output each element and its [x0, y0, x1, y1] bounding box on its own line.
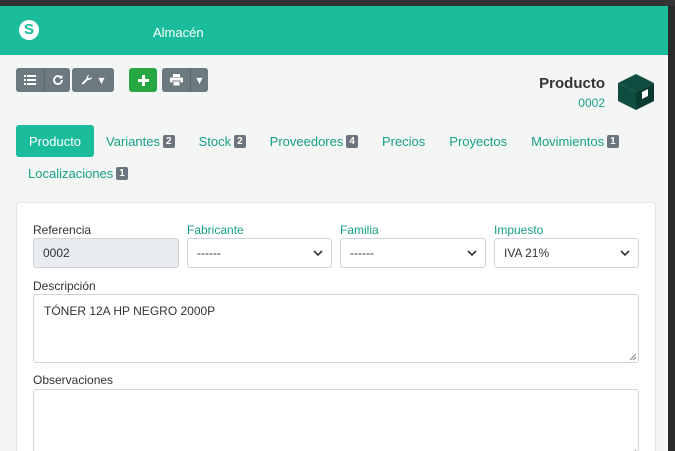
tab-row-1: Producto Variantes 2 Stock 2 Proveedores 4 … [16, 125, 656, 157]
refresh-icon [52, 75, 63, 85]
printer-icon [169, 74, 183, 86]
toolbar: ▼ ▼ [16, 68, 208, 92]
observaciones-textarea[interactable] [33, 389, 639, 451]
tools-dropdown-button[interactable]: ▼ [72, 68, 114, 92]
top-navbar: S Almacén [0, 6, 668, 55]
count-badge: 4 [346, 134, 358, 148]
tab-bar: Producto Variantes 2 Stock 2 Proveedores 4 … [16, 125, 656, 189]
tools-button-group: ▼ [72, 68, 114, 92]
count-badge: 1 [607, 134, 619, 148]
new-button-group [129, 68, 157, 92]
print-button-group: ▼ [162, 68, 208, 92]
tab-variantes[interactable]: Variantes 2 [94, 125, 187, 157]
plus-icon [137, 74, 149, 86]
descripcion-textarea[interactable]: TÓNER 12A HP NEGRO 2000P [33, 294, 639, 363]
descripcion-label: Descripción [33, 279, 96, 293]
count-badge: 2 [163, 134, 175, 148]
tab-row-2: Localizaciones 1 [16, 157, 656, 189]
chevron-down-icon [467, 250, 477, 257]
observaciones-label: Observaciones [33, 373, 114, 387]
view-button-group [16, 68, 70, 92]
tab-proveedores[interactable]: Proveedores 4 [258, 125, 370, 157]
chevron-down-icon: ▼ [196, 75, 203, 85]
fabricante-select[interactable]: ------ [187, 238, 332, 268]
page-title: Producto [539, 75, 605, 92]
refresh-button[interactable] [44, 68, 70, 92]
new-button[interactable] [129, 68, 157, 92]
fabricante-label[interactable]: Fabricante [187, 223, 244, 237]
chevron-down-icon [620, 250, 630, 257]
tab-producto[interactable]: Producto [16, 125, 95, 157]
referencia-label: Referencia [33, 223, 92, 237]
referencia-input[interactable]: 0002 [33, 238, 179, 268]
familia-label[interactable]: Familia [340, 223, 379, 237]
tab-movimientos[interactable]: Movimientos 1 [519, 125, 631, 157]
count-badge: 2 [234, 134, 246, 148]
impuesto-select[interactable]: IVA 21% [494, 238, 639, 268]
tab-precios[interactable]: Precios [370, 125, 437, 157]
list-button[interactable] [16, 68, 44, 92]
box-icon [618, 74, 654, 110]
window-edge [668, 6, 675, 451]
document-header: Producto 0002 [539, 75, 605, 110]
impuesto-label[interactable]: Impuesto [494, 223, 543, 237]
product-form-card: Referencia Fabricante Familia Impuesto 0… [16, 202, 656, 451]
familia-select[interactable]: ------ [340, 238, 486, 268]
menu-almacen[interactable]: Almacén [153, 25, 204, 40]
wrench-icon [82, 74, 93, 85]
chevron-down-icon: ▼ [98, 75, 105, 85]
print-dropdown-button[interactable]: ▼ [190, 68, 208, 92]
app-logo[interactable]: S [19, 20, 39, 40]
product-code: 0002 [578, 96, 605, 110]
list-icon [24, 75, 36, 85]
tab-stock[interactable]: Stock 2 [187, 125, 258, 157]
tab-localizaciones[interactable]: Localizaciones 1 [16, 157, 140, 189]
app-window: S Almacén ▼ ▼ Producto 0002 Producto Var… [0, 6, 668, 451]
count-badge: 1 [116, 166, 128, 180]
tab-proyectos[interactable]: Proyectos [437, 125, 519, 157]
resize-handle-icon[interactable] [629, 353, 637, 361]
print-button[interactable] [162, 68, 190, 92]
chevron-down-icon [313, 250, 323, 257]
